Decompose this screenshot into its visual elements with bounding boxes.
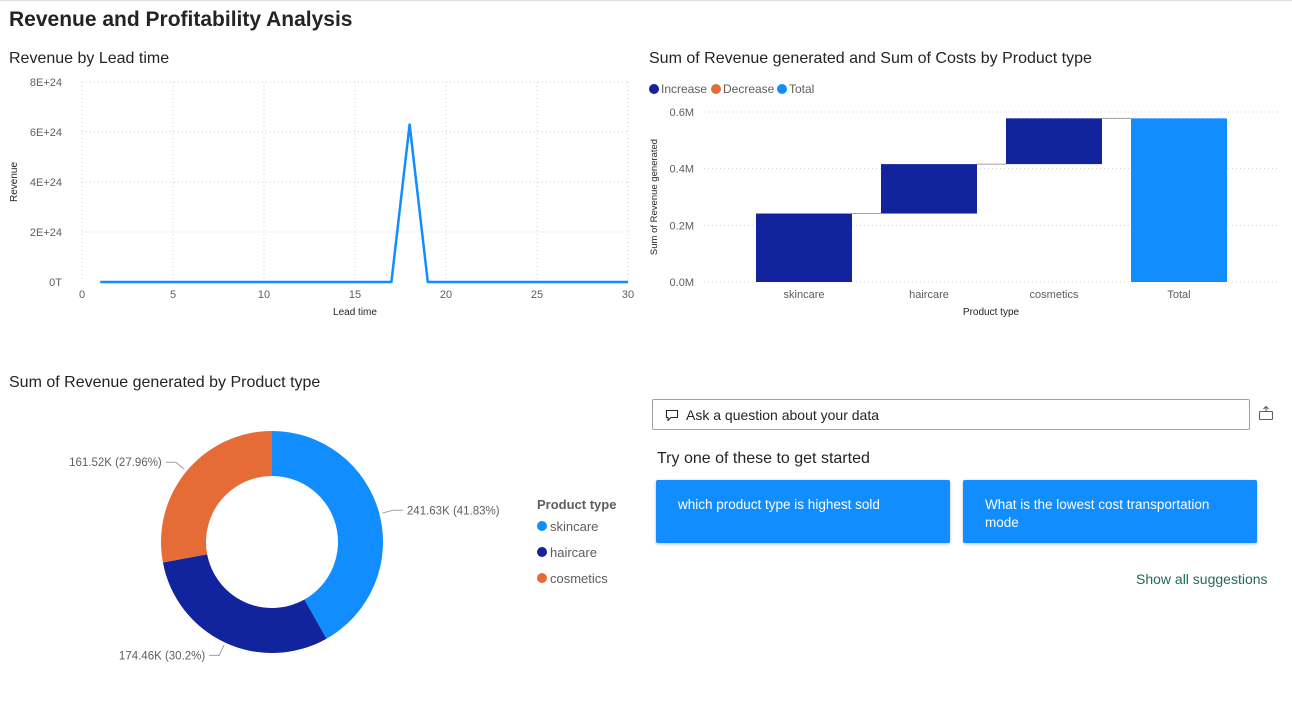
- y-tick-label: 8E+24: [30, 77, 62, 89]
- legend-label: haircare: [550, 545, 597, 560]
- data-label: 174.46K (30.2%): [119, 650, 205, 662]
- leader-line: [209, 645, 225, 656]
- waterfall-chart-title: Sum of Revenue generated and Sum of Cost…: [649, 50, 1092, 67]
- legend-label: cosmetics: [550, 571, 608, 586]
- line-chart[interactable]: 0T 2E+24 4E+24 6E+24 8E+24 0 5 10 15 20 25 30 Lead t…: [0, 72, 640, 322]
- suggestion-button[interactable]: What is the lowest cost transportation m…: [963, 480, 1257, 543]
- y-tick-label: 0T: [49, 277, 62, 289]
- x-axis-title: Product type: [963, 307, 1020, 318]
- y-axis-title: Sum of Revenue generated: [649, 139, 660, 255]
- donut-chart-title: Sum of Revenue generated by Product type: [9, 374, 321, 391]
- legend-marker: [537, 521, 547, 531]
- donut-slice-cosmetics: [161, 431, 272, 563]
- y-tick-label: 0.6M: [670, 107, 694, 119]
- legend-label: Decrease: [723, 82, 775, 96]
- waterfall-bar-haircare: [881, 164, 977, 214]
- x-tick-label: 25: [531, 289, 543, 301]
- qa-question-input[interactable]: [686, 404, 1226, 426]
- waterfall-chart[interactable]: Increase Decrease Total 0.0M 0.2M 0.4M 0.6M Sum…: [640, 72, 1290, 322]
- line-chart-title: Revenue by Lead time: [9, 50, 170, 67]
- share-icon[interactable]: [1258, 405, 1274, 421]
- x-tick-label: 10: [258, 289, 270, 301]
- x-tick-label: 5: [170, 289, 176, 301]
- waterfall-bar-skincare: [756, 213, 852, 282]
- x-tick-label: 15: [349, 289, 361, 301]
- legend-label: Increase: [661, 82, 707, 96]
- x-tick-label: Total: [1167, 289, 1190, 301]
- donut-slice-haircare: [162, 554, 327, 653]
- top-divider: [0, 0, 1292, 1]
- x-tick-label: skincare: [784, 289, 825, 301]
- waterfall-bar-total: [1131, 118, 1227, 282]
- legend-title: Product type: [537, 497, 616, 512]
- y-axis-title: Revenue: [9, 162, 20, 202]
- waterfall-bar-cosmetics: [1006, 118, 1102, 165]
- y-tick-label: 2E+24: [30, 227, 62, 239]
- x-tick-label: 30: [622, 289, 634, 301]
- page-title: Revenue and Profitability Analysis: [9, 8, 353, 31]
- show-all-suggestions-link[interactable]: Show all suggestions: [1136, 571, 1268, 587]
- y-tick-label: 6E+24: [30, 127, 62, 139]
- data-label: 161.52K (27.96%): [69, 457, 162, 469]
- suggestion-button[interactable]: which product type is highest sold: [656, 480, 950, 543]
- legend-label: Total: [789, 82, 814, 96]
- x-tick-label: cosmetics: [1030, 289, 1079, 301]
- legend-marker: [649, 84, 659, 94]
- y-tick-label: 0.4M: [670, 164, 694, 176]
- x-tick-label: 0: [79, 289, 85, 301]
- x-tick-label: 20: [440, 289, 452, 301]
- leader-line: [165, 461, 185, 470]
- x-tick-label: haircare: [909, 289, 949, 301]
- legend-marker: [537, 547, 547, 557]
- x-axis-title: Lead time: [333, 307, 377, 318]
- data-label: 241.63K (41.83%): [407, 505, 500, 517]
- y-tick-label: 4E+24: [30, 177, 62, 189]
- leader-line: [382, 509, 403, 514]
- y-tick-label: 0.2M: [670, 220, 694, 232]
- legend-marker: [711, 84, 721, 94]
- donut-chart[interactable]: 241.63K (41.83%) 174.46K (30.2%) 161.52K (…: [0, 400, 640, 700]
- revenue-line: [100, 123, 628, 284]
- legend-label: skincare: [550, 519, 598, 534]
- legend-marker: [537, 573, 547, 583]
- chat-bubble-icon: [665, 409, 679, 422]
- qa-prompt: Try one of these to get started: [657, 450, 870, 467]
- y-tick-label: 0.0M: [670, 277, 694, 289]
- qa-question-box[interactable]: [652, 399, 1250, 430]
- legend-marker: [777, 84, 787, 94]
